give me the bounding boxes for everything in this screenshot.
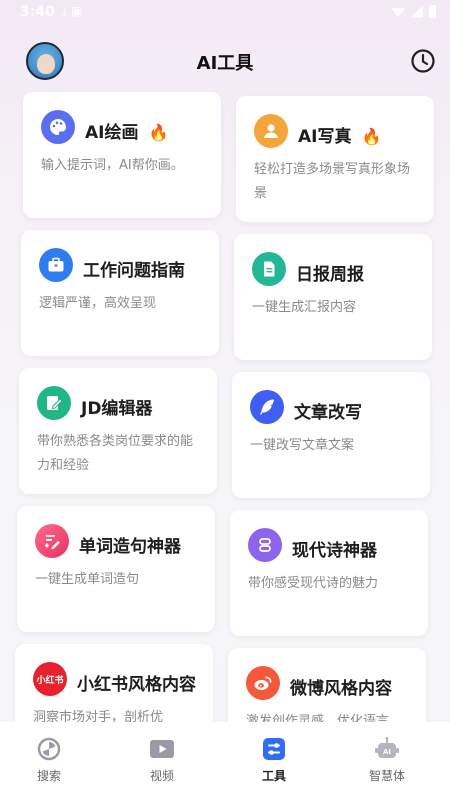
tool-desc: 输入提示词，AI帮你画。 (41, 158, 184, 173)
tool-title: 微博风格内容 (290, 679, 392, 699)
tool-title: 文章改写 (294, 403, 362, 423)
tool-desc: 一键生成单词造句 (35, 572, 140, 587)
bottom-tab-bar: 搜索 视频 工具 AI 智慧体 (0, 722, 450, 800)
palette-icon (41, 110, 75, 144)
tool-card-ai-portrait[interactable]: AI写真 🔥 轻松打造多场景写真形象场景 (236, 96, 434, 222)
fire-icon: 🔥 (361, 127, 382, 146)
tool-desc: 一键生成汇报内容 (252, 300, 357, 315)
tool-desc: 带你熟悉各类岗位要求的能力和经验 (37, 434, 194, 473)
sentence-icon (35, 524, 69, 558)
tool-title: AI绘画 🔥 (85, 123, 169, 143)
tool-title: 现代诗神器 (292, 541, 377, 561)
tools-icon (261, 736, 287, 762)
tool-title: 工作问题指南 (83, 261, 185, 281)
tool-desc: 带你感受现代诗的魅力 (248, 576, 379, 591)
tool-desc: 一键改写文章文案 (250, 438, 355, 453)
tool-grid: AI绘画 🔥 输入提示词，AI帮你画。 AI写真 🔥 轻松打造多场景写真形象场景 工… (0, 0, 450, 800)
portrait-icon (254, 114, 288, 148)
tab-search[interactable]: 搜索 (4, 736, 94, 784)
tab-tools[interactable]: 工具 (229, 736, 319, 784)
tool-card-jd-editor[interactable]: JD编辑器 带你熟悉各类岗位要求的能力和经验 (19, 368, 217, 494)
tool-title: JD编辑器 (81, 399, 153, 419)
tab-video[interactable]: 视频 (117, 736, 207, 784)
svg-text:AI: AI (383, 748, 391, 756)
tool-card-work-guide[interactable]: 工作问题指南 逻辑严谨，高效呈现 (21, 230, 219, 356)
tool-card-daily-report[interactable]: 日报周报 一键生成汇报内容 (234, 234, 432, 360)
tool-title: 单词造句神器 (79, 537, 181, 557)
tool-desc: 逻辑严谨，高效呈现 (39, 296, 157, 311)
tab-label: 工具 (261, 769, 286, 783)
video-icon (149, 736, 175, 762)
tab-label: 视频 (149, 769, 174, 783)
tool-card-word-sentence[interactable]: 单词造句神器 一键生成单词造句 (17, 506, 215, 632)
weibo-icon (246, 666, 280, 700)
xiaohongshu-icon: 小红书 (33, 662, 67, 696)
feather-icon (250, 390, 284, 424)
scroll-icon (248, 528, 282, 562)
tab-label: 搜索 (36, 769, 61, 783)
tab-agent[interactable]: AI 智慧体 (342, 736, 432, 784)
robot-icon: AI (374, 736, 400, 762)
tab-label: 智慧体 (368, 769, 405, 783)
document-icon (252, 252, 286, 286)
tool-card-modern-poetry[interactable]: 现代诗神器 带你感受现代诗的魅力 (230, 510, 428, 636)
tool-title: 小红书风格内容 (77, 675, 196, 695)
tool-title: 日报周报 (296, 265, 364, 285)
tool-desc: 轻松打造多场景写真形象场景 (254, 162, 411, 201)
briefcase-icon (39, 248, 73, 282)
tool-card-ai-painting[interactable]: AI绘画 🔥 输入提示词，AI帮你画。 (23, 92, 221, 218)
edit-icon (37, 386, 71, 420)
tool-title: AI写真 🔥 (298, 127, 382, 147)
tool-card-article-rewrite[interactable]: 文章改写 一键改写文章文案 (232, 372, 430, 498)
fire-icon: 🔥 (148, 123, 169, 142)
search-icon (36, 736, 62, 762)
